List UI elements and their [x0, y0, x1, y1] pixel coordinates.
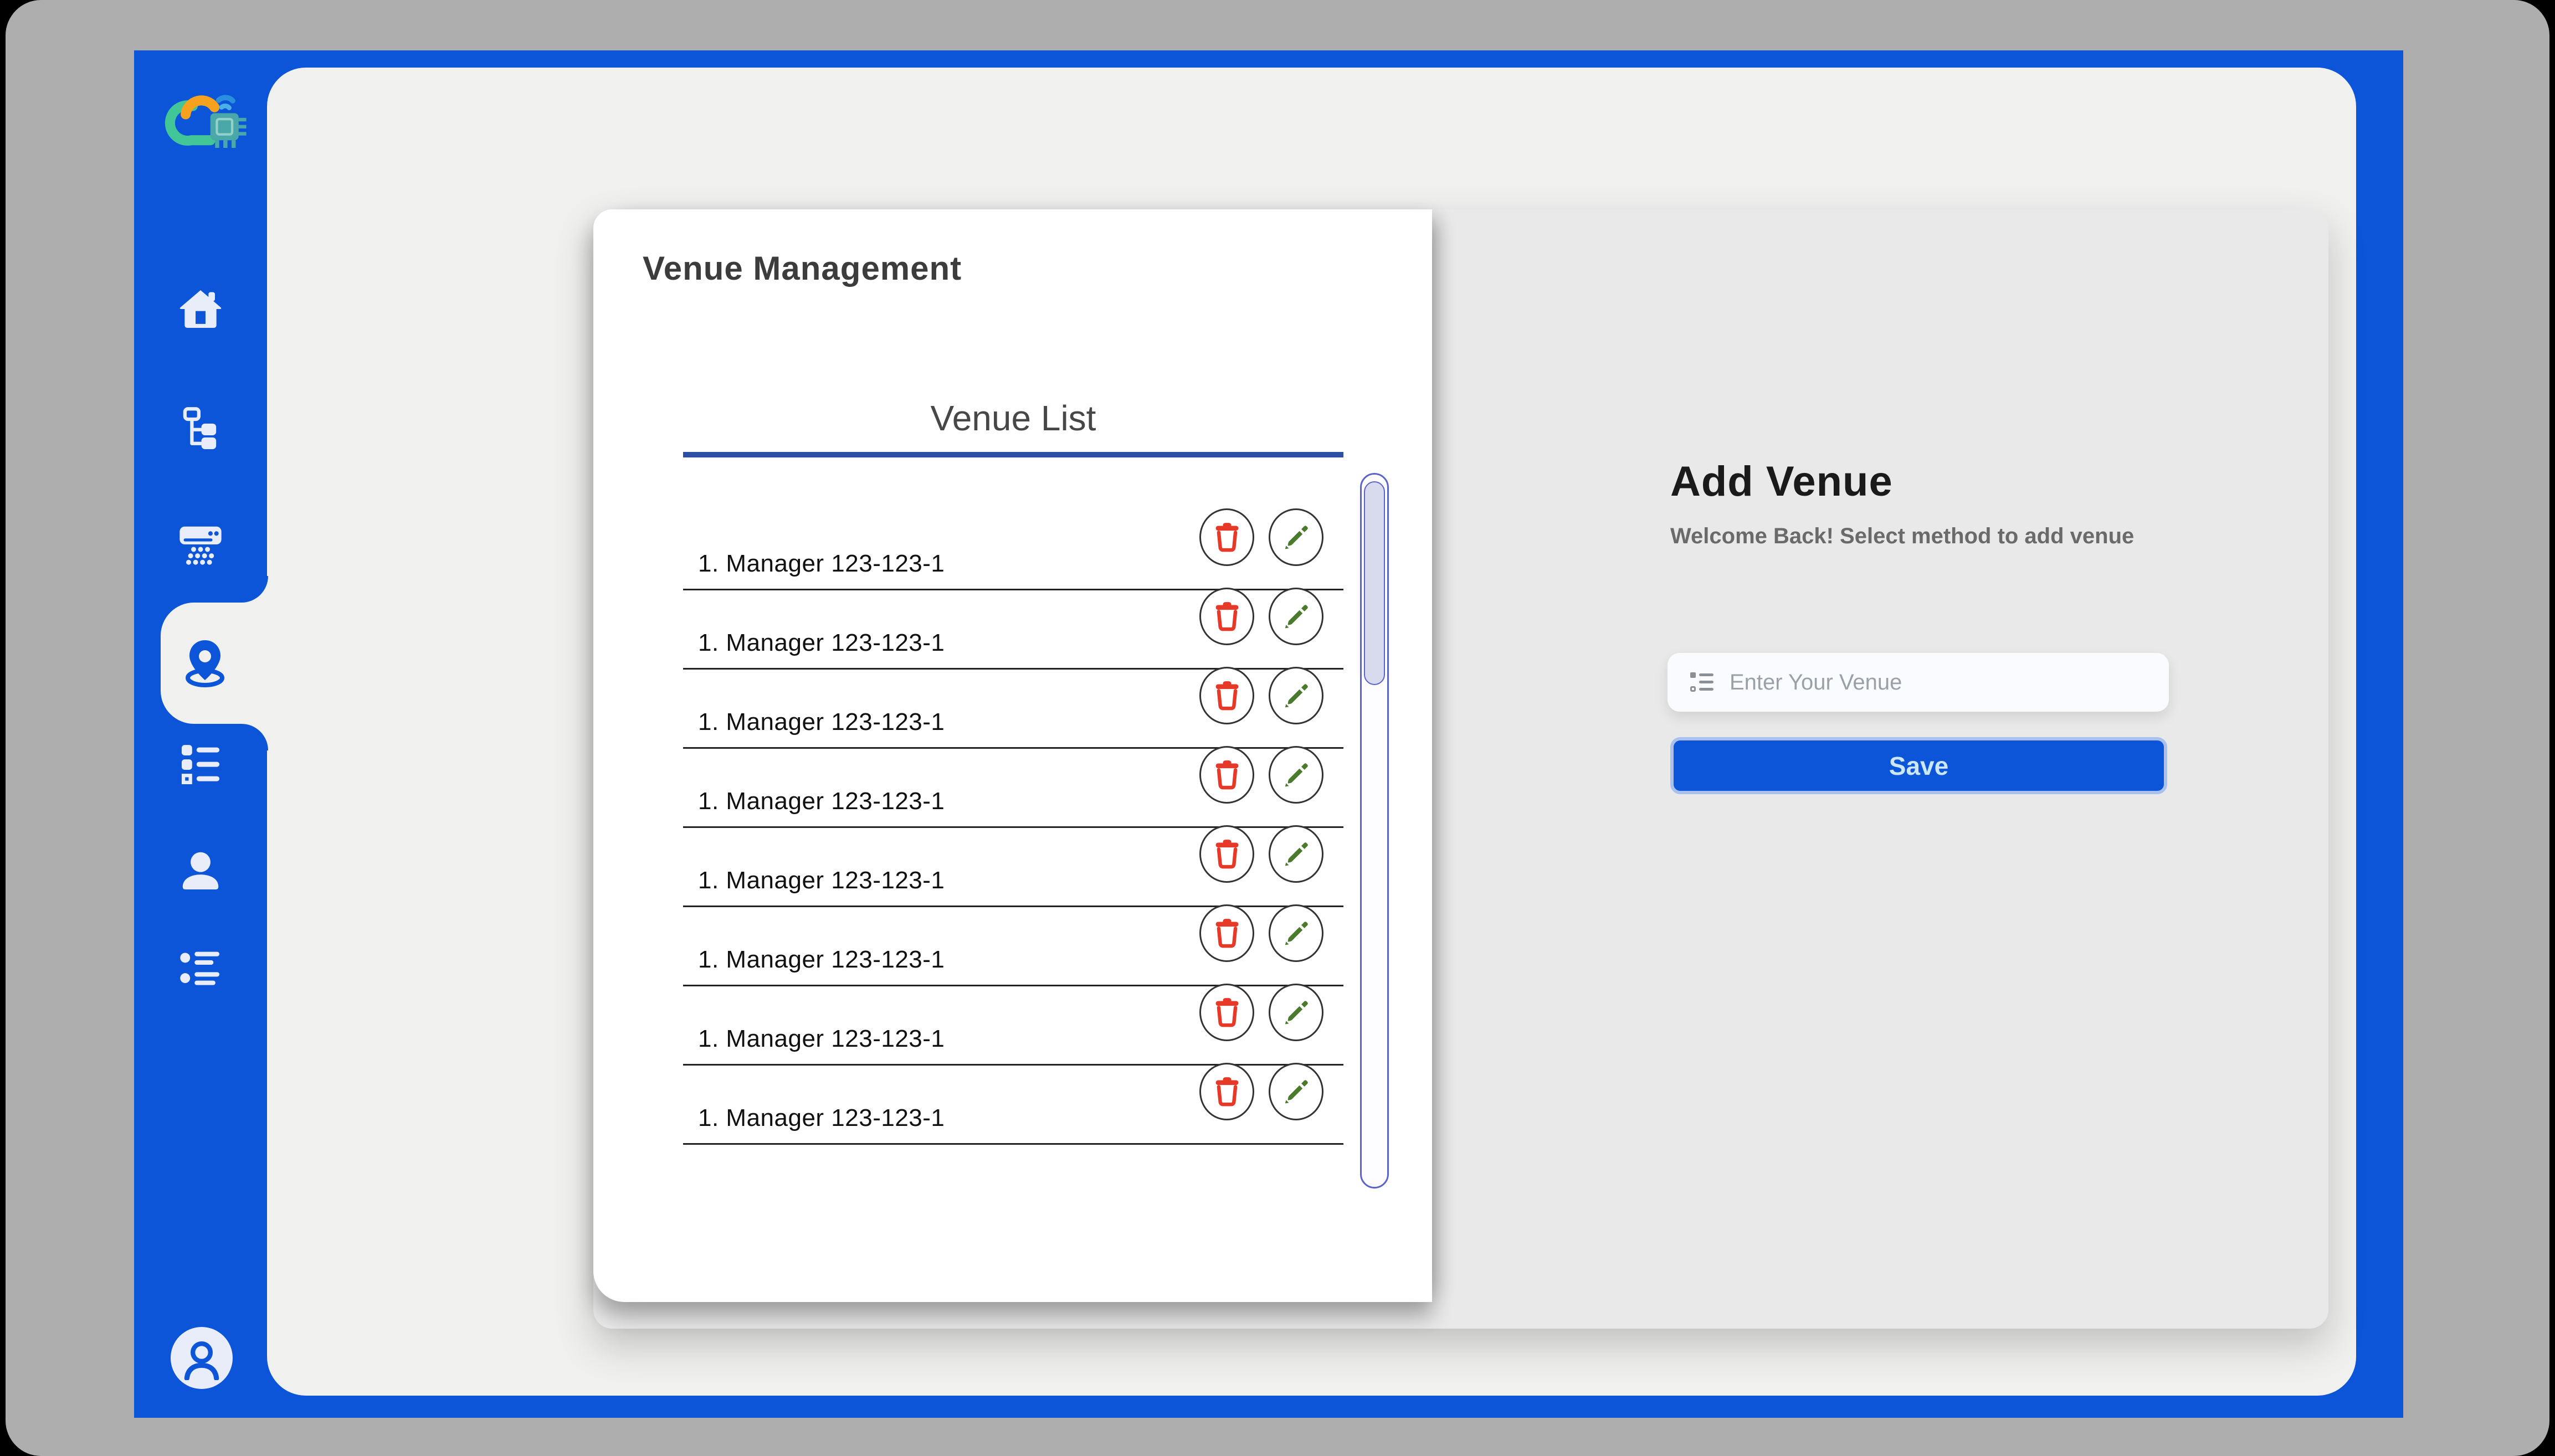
delete-venue-button[interactable]: [1199, 1063, 1254, 1120]
pencil-icon: [1281, 997, 1311, 1028]
sidebar-item-profile[interactable]: [177, 846, 224, 894]
venue-row: 1. Manager 123-123-1: [683, 986, 1343, 1066]
desktop-surface: Venue Management Venue List 1. Manager 1…: [6, 0, 2549, 1456]
page-title: Venue Management: [643, 249, 962, 287]
content-area: Venue Management Venue List 1. Manager 1…: [267, 68, 2356, 1396]
sidebar-item-home[interactable]: [177, 285, 224, 333]
venue-row: 1. Manager 123-123-1: [683, 590, 1343, 670]
add-venue-subtitle: Welcome Back! Select method to add venue: [1670, 524, 2134, 549]
venue-row: 1. Manager 123-123-1: [683, 1066, 1343, 1145]
venue-row: 1. Manager 123-123-1: [683, 907, 1343, 986]
edit-venue-button[interactable]: [1269, 984, 1323, 1041]
venue-row: 1. Manager 123-123-1: [683, 670, 1343, 749]
delete-venue-button[interactable]: [1199, 667, 1254, 724]
venue-row-label: 1. Manager 123-123-1: [698, 1104, 945, 1132]
delete-venue-button[interactable]: [1199, 508, 1254, 566]
venue-row-actions: [1199, 1063, 1323, 1120]
trash-icon: [1212, 522, 1242, 553]
venue-name-input[interactable]: [1715, 653, 2169, 712]
user-avatar[interactable]: [171, 1327, 233, 1389]
trash-icon: [1212, 997, 1242, 1028]
venue-row-label: 1. Manager 123-123-1: [698, 946, 945, 974]
delete-venue-button[interactable]: [1199, 984, 1254, 1041]
pencil-icon: [1281, 1076, 1311, 1107]
delete-venue-button[interactable]: [1199, 825, 1254, 883]
delete-venue-button[interactable]: [1199, 588, 1254, 645]
avatar-person-icon: [179, 1336, 224, 1380]
person-icon: [177, 846, 224, 894]
venue-row-label: 1. Manager 123-123-1: [698, 788, 945, 815]
save-button[interactable]: Save: [1670, 737, 2167, 794]
edit-venue-button[interactable]: [1269, 508, 1323, 566]
pencil-icon: [1281, 601, 1311, 632]
edit-venue-button[interactable]: [1269, 746, 1323, 804]
venue-row-label: 1. Manager 123-123-1: [698, 1025, 945, 1053]
sidebar-item-activity[interactable]: [177, 945, 224, 993]
list-input-icon: [1689, 669, 1715, 696]
trash-icon: [1212, 838, 1242, 870]
app-window: Venue Management Venue List 1. Manager 1…: [134, 50, 2403, 1418]
scrollbar-thumb[interactable]: [1364, 481, 1385, 685]
venue-list-scrollbar[interactable]: [1360, 473, 1389, 1189]
venue-row-actions: [1199, 904, 1323, 962]
bulleted-list-icon: [177, 945, 224, 993]
venue-row-actions: [1199, 825, 1323, 883]
trash-icon: [1212, 918, 1242, 949]
sitemap-icon: [177, 405, 224, 453]
venue-row: 1. Manager 123-123-1: [683, 511, 1343, 590]
pencil-icon: [1281, 522, 1311, 553]
venue-row-label: 1. Manager 123-123-1: [698, 867, 945, 894]
pencil-icon: [1281, 759, 1311, 790]
venue-input-wrap: [1668, 653, 2169, 712]
venue-row-actions: [1199, 667, 1323, 724]
venue-row: 1. Manager 123-123-1: [683, 749, 1343, 828]
venue-row-actions: [1199, 588, 1323, 645]
trash-icon: [1212, 680, 1242, 711]
venue-list: 1. Manager 123-123-1 1. Manager 123-123-…: [683, 511, 1343, 1145]
venue-row-actions: [1199, 746, 1323, 804]
sidebar-item-venues-active[interactable]: [161, 603, 268, 724]
ac-unit-icon: [177, 521, 224, 568]
home-icon: [177, 285, 224, 333]
venue-list-underline: [683, 452, 1343, 457]
delete-venue-button[interactable]: [1199, 904, 1254, 962]
sidebar-item-devices[interactable]: [177, 521, 224, 568]
venue-list-card: Venue Management Venue List 1. Manager 1…: [593, 209, 1432, 1302]
active-pill-fillet-top: [242, 576, 268, 603]
cloud-chip-logo: [156, 81, 250, 158]
pencil-icon: [1281, 680, 1311, 711]
trash-icon: [1212, 1076, 1242, 1107]
venue-row: 1. Manager 123-123-1: [683, 828, 1343, 907]
venue-management-panel: Venue Management Venue List 1. Manager 1…: [593, 209, 2328, 1329]
delete-venue-button[interactable]: [1199, 746, 1254, 804]
venue-row-actions: [1199, 508, 1323, 566]
edit-venue-button[interactable]: [1269, 588, 1323, 645]
location-pin-icon: [178, 637, 232, 690]
edit-venue-button[interactable]: [1269, 825, 1323, 883]
venue-row-actions: [1199, 984, 1323, 1041]
checklist-icon: [177, 741, 224, 789]
active-pill-fillet-bottom: [242, 724, 268, 750]
venue-row-label: 1. Manager 123-123-1: [698, 629, 945, 657]
trash-icon: [1212, 759, 1242, 790]
venue-list-header: Venue List: [683, 398, 1343, 457]
venue-row-label: 1. Manager 123-123-1: [698, 708, 945, 736]
sidebar-item-sitemap[interactable]: [177, 405, 224, 453]
add-venue-title: Add Venue: [1670, 457, 1893, 506]
trash-icon: [1212, 601, 1242, 632]
edit-venue-button[interactable]: [1269, 667, 1323, 724]
venue-row-label: 1. Manager 123-123-1: [698, 550, 945, 578]
edit-venue-button[interactable]: [1269, 1063, 1323, 1120]
venue-list-title: Venue List: [683, 398, 1343, 439]
sidebar-item-checklist[interactable]: [177, 741, 224, 789]
pencil-icon: [1281, 838, 1311, 870]
pencil-icon: [1281, 918, 1311, 949]
edit-venue-button[interactable]: [1269, 904, 1323, 962]
